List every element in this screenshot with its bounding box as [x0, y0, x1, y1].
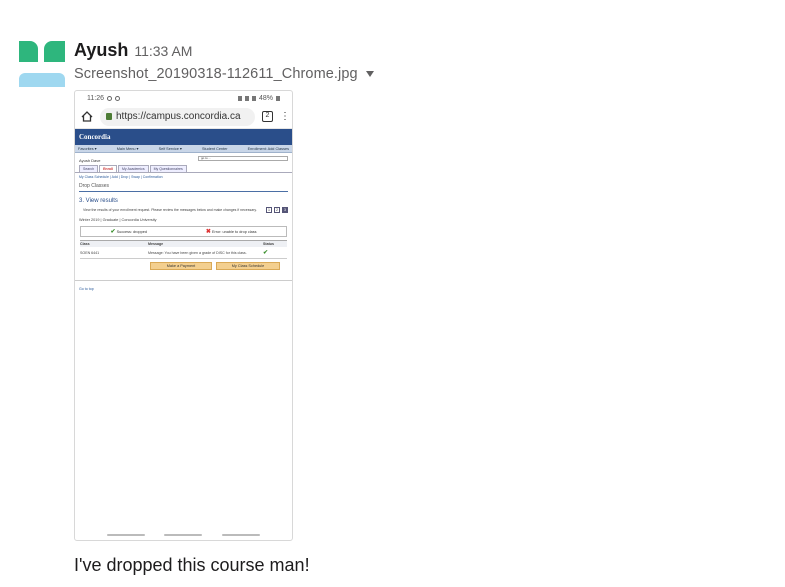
- go-to-top-link: Go to top: [79, 287, 94, 291]
- goto-field: go to ...: [198, 156, 288, 161]
- enroll-tabs: Search Enroll My Academics My Questionna…: [75, 163, 292, 172]
- campus-page: Concordia Favorites ▾ Main Menu ▾ Self S…: [75, 129, 292, 291]
- make-payment-button: Make a Payment: [150, 262, 212, 270]
- nav-handle: [106, 534, 145, 536]
- results-table: Class Message Status SOEN 6441 Message: …: [80, 240, 287, 259]
- header-status: Status: [263, 242, 274, 246]
- address-bar: https://campus.concordia.ca: [100, 107, 255, 126]
- avatar[interactable]: [19, 41, 65, 87]
- battery-level: 48%: [258, 94, 273, 102]
- step-3: 3: [282, 207, 288, 213]
- tab-search: Search: [79, 165, 99, 172]
- battery-icon: [276, 95, 280, 101]
- chevron-down-icon[interactable]: [365, 71, 374, 77]
- concordia-logo: Concordia: [79, 133, 111, 141]
- row-class: SOEN 6441: [80, 250, 100, 255]
- home-icon: [81, 111, 93, 122]
- table-row: SOEN 6441 Message: You have been given a…: [80, 247, 287, 259]
- nav-item: Self Service ▾: [158, 147, 182, 151]
- message-text: I've dropped this course man!: [74, 555, 310, 575]
- nav-handle: [164, 534, 203, 536]
- student-name: Ayush Dave: [79, 158, 101, 163]
- step-indicator: 1 2 3: [266, 207, 288, 213]
- divider: [75, 280, 292, 281]
- browser-toolbar: https://campus.concordia.ca 2 ⋮: [75, 105, 292, 129]
- step-1: 1: [266, 207, 272, 213]
- instagram-icon: [115, 95, 120, 101]
- results-description: View the results of your enrollment requ…: [83, 208, 257, 212]
- check-icon: ✔: [110, 229, 116, 235]
- message-header: Ayush 11:33 AM: [74, 40, 192, 61]
- avatar-shape: [19, 73, 65, 87]
- result-legend: ✔ Success: dropped ✖ Error: unable to dr…: [80, 226, 287, 237]
- header-class: Class: [80, 242, 90, 246]
- url-text: https://campus.concordia.ca: [116, 111, 241, 122]
- phone-status-bar: 11:26 48%: [75, 91, 292, 105]
- class-schedule-button: My Class Schedule: [216, 262, 280, 270]
- lock-icon: [106, 113, 112, 120]
- nav-item: Enrollment: Add Classes: [247, 146, 289, 151]
- wifi-icon: [244, 95, 249, 101]
- error-label: Error: unable to drop class: [212, 230, 257, 234]
- section-title: Drop Classes: [79, 183, 110, 189]
- file-name[interactable]: Screenshot_20190318-112611_Chrome.jpg: [74, 66, 358, 82]
- signal-icon: [251, 95, 256, 101]
- whatsapp-icon: [107, 95, 112, 101]
- tab-count-icon: 2: [262, 111, 273, 122]
- avatar-shape: [19, 41, 38, 62]
- file-title-row[interactable]: Screenshot_20190318-112611_Chrome.jpg: [74, 66, 374, 82]
- more-vert-icon: ⋮: [280, 111, 290, 122]
- phone-status-time: 11:26: [87, 94, 104, 102]
- nav-item: Favorites ▾: [78, 147, 97, 151]
- campus-banner: Concordia: [75, 129, 292, 145]
- tab-my-academics: My Academics: [118, 165, 149, 172]
- row-message: Message: You have been given a grade of …: [148, 250, 247, 255]
- nav-item: Student Center: [201, 146, 228, 151]
- image-attachment[interactable]: 11:26 48% https://campus.concordia.ca 2 …: [74, 90, 293, 541]
- phone-nav-bar: [75, 534, 292, 536]
- username[interactable]: Ayush: [74, 40, 128, 61]
- error-x-icon: ✖: [205, 229, 211, 235]
- term-info: Winter 2019 | Graduate | Concordia Unive…: [79, 218, 157, 222]
- nav-item: Main Menu ▾: [116, 147, 139, 151]
- campus-navbar: Favorites ▾ Main Menu ▾ Self Service ▾ S…: [75, 145, 292, 153]
- nav-handle: [222, 534, 261, 536]
- action-buttons: Make a Payment My Class Schedule: [75, 259, 292, 270]
- header-message: Message: [148, 242, 164, 246]
- success-label: Success: dropped: [116, 230, 147, 234]
- mute-icon: [237, 95, 242, 101]
- check-icon: ✔: [263, 250, 269, 256]
- avatar-shape: [44, 41, 65, 62]
- timestamp[interactable]: 11:33 AM: [134, 43, 192, 59]
- tab-my-questionnaires: My Questionnaires: [149, 165, 187, 172]
- tab-enroll: Enroll: [99, 165, 118, 172]
- enroll-sublinks: My Class Schedule | Add | Drop | Swap | …: [75, 172, 292, 181]
- view-results-title: 3. View results: [79, 198, 118, 204]
- page-top-row: Ayush Dave go to ...: [75, 153, 292, 163]
- step-2: 2: [274, 207, 280, 213]
